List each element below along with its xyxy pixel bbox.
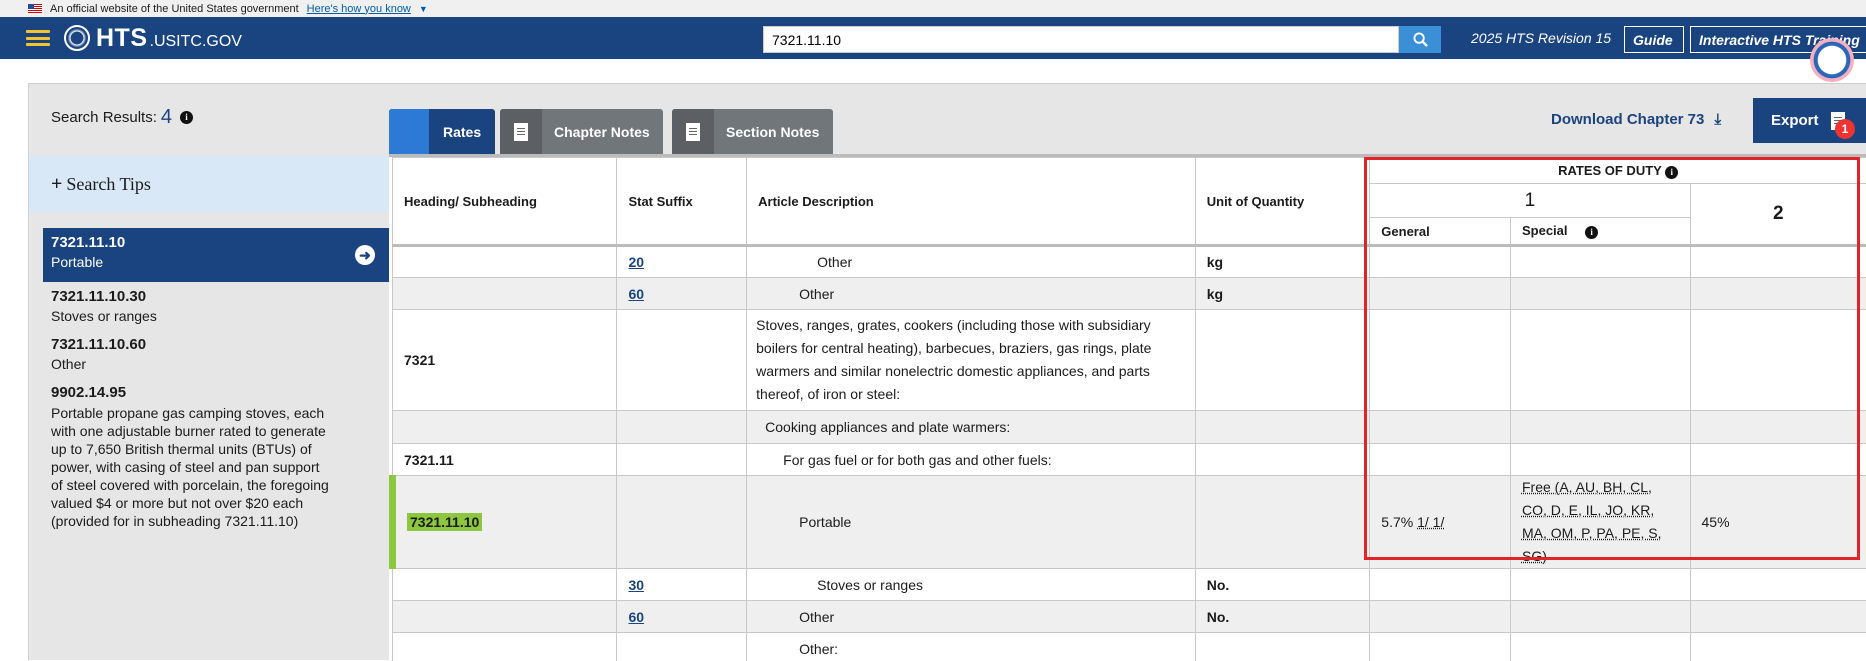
column-2-rate: 45% — [1690, 476, 1866, 569]
download-icon: ⤓ — [1715, 111, 1722, 128]
chevron-down-icon[interactable]: ▼ — [419, 4, 428, 14]
table-row: 20 Other kg — [393, 246, 1866, 278]
assistant-robot-icon[interactable] — [1810, 38, 1854, 82]
document-icon — [672, 109, 714, 154]
heres-how-you-know-link[interactable]: Here's how you know — [307, 3, 411, 15]
highlighted-heading: 7321.11.10 — [407, 513, 482, 531]
search-results-list: 7321.11.10 Portable ➜ 7321.11.10.30 Stov… — [43, 228, 389, 536]
info-icon[interactable]: i — [180, 111, 193, 124]
gov-banner-text: An official website of the United States… — [50, 3, 299, 15]
result-item[interactable]: 7321.11.10.60 Other — [43, 330, 389, 378]
search-icon — [1413, 32, 1428, 47]
stat-suffix-link[interactable]: 60 — [628, 609, 644, 625]
result-item[interactable]: 9902.14.95 Portable propane gas camping … — [43, 378, 343, 536]
stat-suffix-link[interactable]: 20 — [628, 254, 644, 270]
col-special: Special i — [1510, 218, 1690, 246]
search-tips-toggle[interactable]: + Search Tips — [29, 156, 389, 212]
col-2: 2 — [1690, 184, 1866, 246]
table-row: 7321.11 For gas fuel or for both gas and… — [393, 444, 1866, 476]
download-chapter-link[interactable]: Download Chapter 73 ⤓ — [1551, 111, 1721, 128]
table-row: Other: — [393, 633, 1866, 661]
table-row: 60 Other kg — [393, 278, 1866, 310]
col-1: 1 — [1370, 184, 1690, 218]
hamburger-menu-icon[interactable] — [26, 30, 50, 46]
general-rate: 5.7% 1/ 1/ — [1370, 476, 1511, 569]
special-rate[interactable]: Free (A, AU, BH, CL, CO, D, E, IL, JO, K… — [1510, 476, 1690, 569]
tab-section-notes[interactable]: Section Notes — [672, 109, 833, 154]
arrow-right-icon[interactable]: ➜ — [355, 245, 375, 265]
rates-table: Heading/ Subheading Stat Suffix Article … — [389, 157, 1866, 661]
stat-suffix-link[interactable]: 60 — [628, 286, 644, 302]
tab-chapter-notes[interactable]: Chapter Notes — [500, 109, 663, 154]
result-item[interactable]: 7321.11.10 Portable ➜ — [43, 228, 389, 282]
search-results-count: Search Results: 4 i — [51, 106, 193, 129]
col-heading: Heading/ Subheading — [393, 158, 617, 246]
table-row-highlighted: 7321.11.10 Portable 5.7% 1/ 1/ Free (A, … — [393, 476, 1866, 569]
stat-suffix-link[interactable]: 30 — [628, 577, 644, 593]
revision-label: 2025 HTS Revision 15 — [1471, 30, 1611, 46]
tab-rates[interactable]: Rates — [389, 109, 495, 154]
table-row: 7321 Stoves, ranges, grates, cookers (in… — [393, 310, 1866, 411]
notification-badge: 1 — [1835, 119, 1855, 139]
col-stat-suffix: Stat Suffix — [617, 158, 747, 246]
col-rates-of-duty: RATES OF DUTY i — [1370, 158, 1866, 184]
col-general: General — [1370, 218, 1511, 246]
table-row: Cooking appliances and plate warmers: — [393, 411, 1866, 444]
search-button[interactable] — [1399, 26, 1441, 53]
site-logo[interactable]: HTS.USITC.GOV — [96, 24, 242, 53]
usitc-seal-icon — [64, 25, 90, 51]
site-header: HTS.USITC.GOV 2025 HTS Revision 15 Guide… — [0, 17, 1866, 59]
info-icon[interactable]: i — [1665, 166, 1678, 179]
result-item[interactable]: 7321.11.10.30 Stoves or ranges — [43, 282, 389, 330]
gov-banner: An official website of the United States… — [0, 0, 1866, 17]
rates-tab-icon — [389, 109, 429, 154]
table-row: 60 Other No. — [393, 601, 1866, 633]
table-row: 30 Stoves or ranges No. — [393, 569, 1866, 601]
search-input[interactable] — [763, 26, 1399, 53]
document-icon — [500, 109, 542, 154]
search-bar — [763, 26, 1441, 53]
rates-table-container: Heading/ Subheading Stat Suffix Article … — [389, 154, 1866, 661]
col-article-description: Article Description — [747, 158, 1196, 246]
footnote-link[interactable]: 1/ 1/ — [1417, 514, 1444, 530]
us-flag-icon — [28, 4, 42, 13]
main-content: Search Results: 4 i + Search Tips 7321.1… — [28, 83, 1866, 660]
col-unit-of-quantity: Unit of Quantity — [1195, 158, 1370, 246]
guide-button[interactable]: Guide — [1624, 26, 1684, 53]
plus-icon: + — [51, 173, 62, 196]
info-icon[interactable]: i — [1585, 226, 1598, 239]
